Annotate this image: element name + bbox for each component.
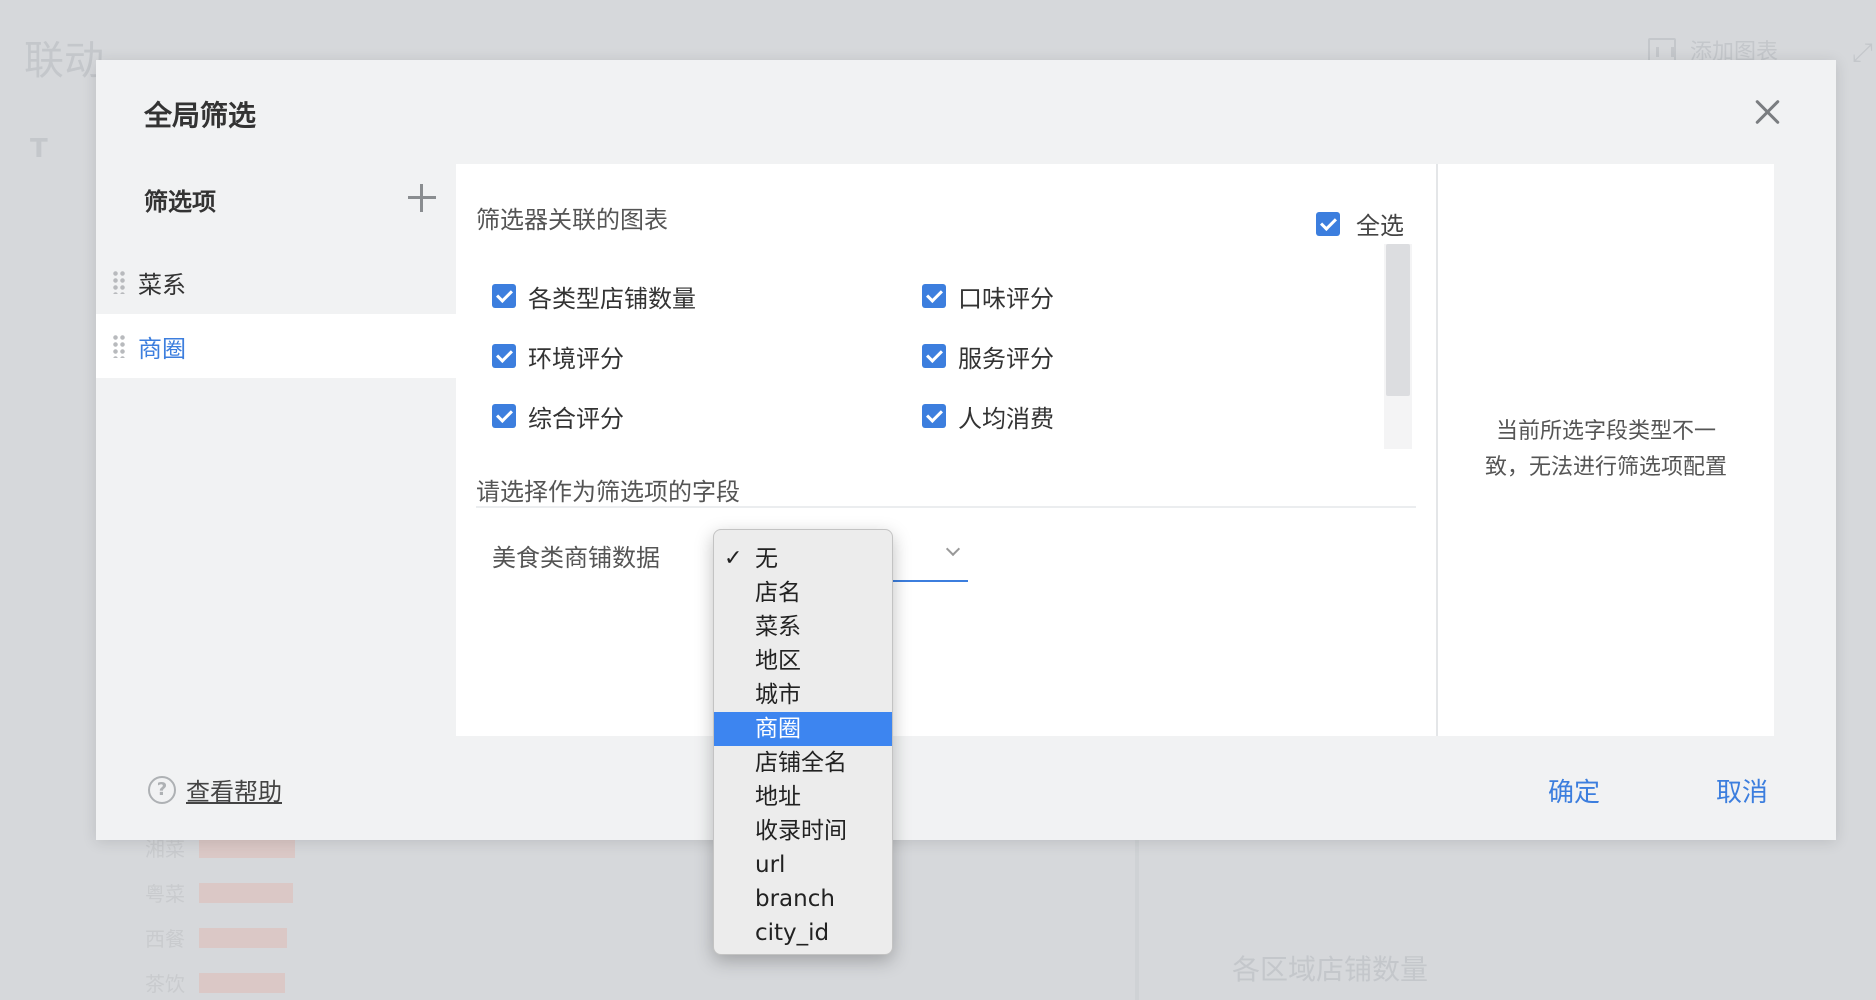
dropdown-option-store-name[interactable]: 店名 — [714, 576, 892, 610]
dropdown-option-url[interactable]: url — [714, 848, 892, 882]
dropdown-option-label: 地区 — [755, 648, 801, 674]
dropdown-option-branch[interactable]: branch — [714, 882, 892, 916]
background-bar-list: 湘菜 粤菜 西餐 茶饮 — [145, 825, 295, 1000]
checkbox-checked-icon[interactable] — [492, 344, 516, 368]
dropdown-option-city[interactable]: 城市 — [714, 678, 892, 712]
background-bar-label: 西餐 — [145, 927, 185, 951]
chart-checkbox[interactable]: 人均消费 — [922, 399, 1352, 434]
chart-checkbox[interactable]: 各类型店铺数量 — [492, 279, 922, 314]
dropdown-option-label: 店铺全名 — [755, 750, 847, 776]
dropdown-option-label: branch — [755, 886, 835, 912]
field-dropdown-menu: ✓ 无 店名 菜系 地区 城市 商圈 店铺全名 地址 收录时间 url branc… — [713, 529, 893, 955]
chart-checkbox[interactable]: 环境评分 — [492, 339, 922, 374]
checkbox-checked-icon[interactable] — [922, 344, 946, 368]
filter-config-panel: 筛选器关联的图表 全选 各类型店铺数量 口味评分 环境评分 服务评分 综合评分 … — [456, 164, 1436, 736]
select-all-checkbox[interactable]: 全选 — [1316, 206, 1404, 241]
dropdown-option-label: 城市 — [755, 682, 801, 708]
data-source-label: 美食类商铺数据 — [492, 544, 660, 572]
dropdown-option-cuisine[interactable]: 菜系 — [714, 610, 892, 644]
chart-label: 综合评分 — [528, 404, 624, 433]
dropdown-option-label: 无 — [755, 546, 778, 572]
filter-item-label: 商圈 — [138, 334, 186, 363]
chart-checkbox[interactable]: 口味评分 — [922, 279, 1352, 314]
dialog-title: 全局筛选 — [144, 99, 257, 132]
page-title: 联动 — [24, 38, 104, 84]
dropdown-option-label: 菜系 — [755, 614, 801, 640]
background-bar-label: 粤菜 — [145, 882, 185, 906]
chart-label: 服务评分 — [958, 344, 1054, 373]
background-bar — [199, 837, 295, 858]
linked-charts-title: 筛选器关联的图表 — [476, 206, 668, 234]
dropdown-option-business-district[interactable]: 商圈 — [714, 712, 892, 746]
checkmark-icon: ✓ — [724, 546, 743, 571]
chart-checkbox[interactable]: 综合评分 — [492, 399, 922, 434]
background-bar-row: 粤菜 — [145, 870, 295, 915]
dropdown-option-region[interactable]: 地区 — [714, 644, 892, 678]
field-section-title: 请选择作为筛选项的字段 — [476, 478, 740, 506]
dropdown-option-label: 店名 — [755, 580, 801, 606]
confirm-button[interactable]: 确定 — [1548, 772, 1600, 809]
drag-handle-icon[interactable] — [112, 334, 126, 358]
background-bar-row: 西餐 — [145, 915, 295, 960]
chart-row: 各类型店铺数量 口味评分 — [492, 266, 1352, 326]
filter-preview-panel: 当前所选字段类型不一致，无法进行筛选项配置 — [1438, 164, 1774, 736]
background-chart-title: 各区域店铺数量 — [1232, 953, 1429, 986]
filter-item-label: 菜系 — [138, 270, 186, 299]
chevron-down-icon — [945, 541, 961, 557]
chart-row: 综合评分 人均消费 — [492, 386, 1352, 446]
dropdown-option-city-id[interactable]: city_id — [714, 916, 892, 950]
help-icon: ? — [148, 775, 176, 804]
background-bar — [199, 972, 285, 993]
checkbox-checked-icon[interactable] — [492, 404, 516, 428]
bar-chart-icon — [1648, 38, 1676, 62]
background-bar — [199, 927, 287, 948]
add-filter-icon[interactable] — [408, 184, 436, 212]
filter-item-cuisine[interactable]: 菜系 — [96, 250, 456, 314]
cancel-button[interactable]: 取消 — [1716, 772, 1768, 809]
dropdown-option-store-full-name[interactable]: 店铺全名 — [714, 746, 892, 780]
dropdown-option-none[interactable]: ✓ 无 — [714, 542, 892, 576]
help-link[interactable]: ? 查看帮助 — [148, 772, 282, 807]
background-bar-row: 茶饮 — [145, 960, 295, 1000]
background-bar — [199, 882, 293, 903]
checkbox-checked-icon[interactable] — [492, 284, 516, 308]
chart-row: 环境评分 服务评分 — [492, 326, 1352, 386]
chart-label: 环境评分 — [528, 344, 624, 373]
dropdown-option-label: url — [755, 852, 786, 878]
scrollbar-thumb[interactable] — [1386, 244, 1410, 396]
checkbox-checked-icon[interactable] — [1316, 211, 1340, 236]
background-bar-label: 茶饮 — [145, 972, 185, 996]
type-mismatch-message: 当前所选字段类型不一致，无法进行筛选项配置 — [1484, 419, 1727, 480]
close-icon[interactable] — [1750, 94, 1786, 130]
text-tool-icon[interactable]: T — [30, 134, 48, 164]
chart-label: 口味评分 — [958, 284, 1054, 313]
filter-item-business-district[interactable]: 商圈 — [96, 314, 456, 378]
drag-handle-icon[interactable] — [112, 270, 126, 294]
global-filter-dialog: 全局筛选 筛选项 菜系 商圈 筛选器关联的图表 全选 各类型店铺数量 口味评分 — [96, 60, 1836, 840]
expand-icon[interactable]: ⤢ — [1852, 38, 1873, 69]
help-label: 查看帮助 — [186, 778, 282, 806]
checkbox-checked-icon[interactable] — [922, 404, 946, 428]
dropdown-option-label: 收录时间 — [755, 818, 847, 844]
chart-checkbox[interactable]: 服务评分 — [922, 339, 1352, 374]
dropdown-option-label: 商圈 — [755, 716, 801, 742]
checkbox-checked-icon[interactable] — [922, 284, 946, 308]
select-all-label: 全选 — [1356, 212, 1404, 240]
dropdown-option-address[interactable]: 地址 — [714, 780, 892, 814]
chart-label: 人均消费 — [958, 404, 1054, 433]
filters-header: 筛选项 — [144, 188, 216, 216]
chart-label: 各类型店铺数量 — [528, 284, 696, 313]
background-divider — [1135, 840, 1139, 1000]
dropdown-option-label: 地址 — [755, 784, 801, 810]
linked-chart-list: 各类型店铺数量 口味评分 环境评分 服务评分 综合评分 人均消费 — [492, 266, 1352, 446]
dropdown-option-label: city_id — [755, 920, 830, 946]
dropdown-option-recorded-time[interactable]: 收录时间 — [714, 814, 892, 848]
